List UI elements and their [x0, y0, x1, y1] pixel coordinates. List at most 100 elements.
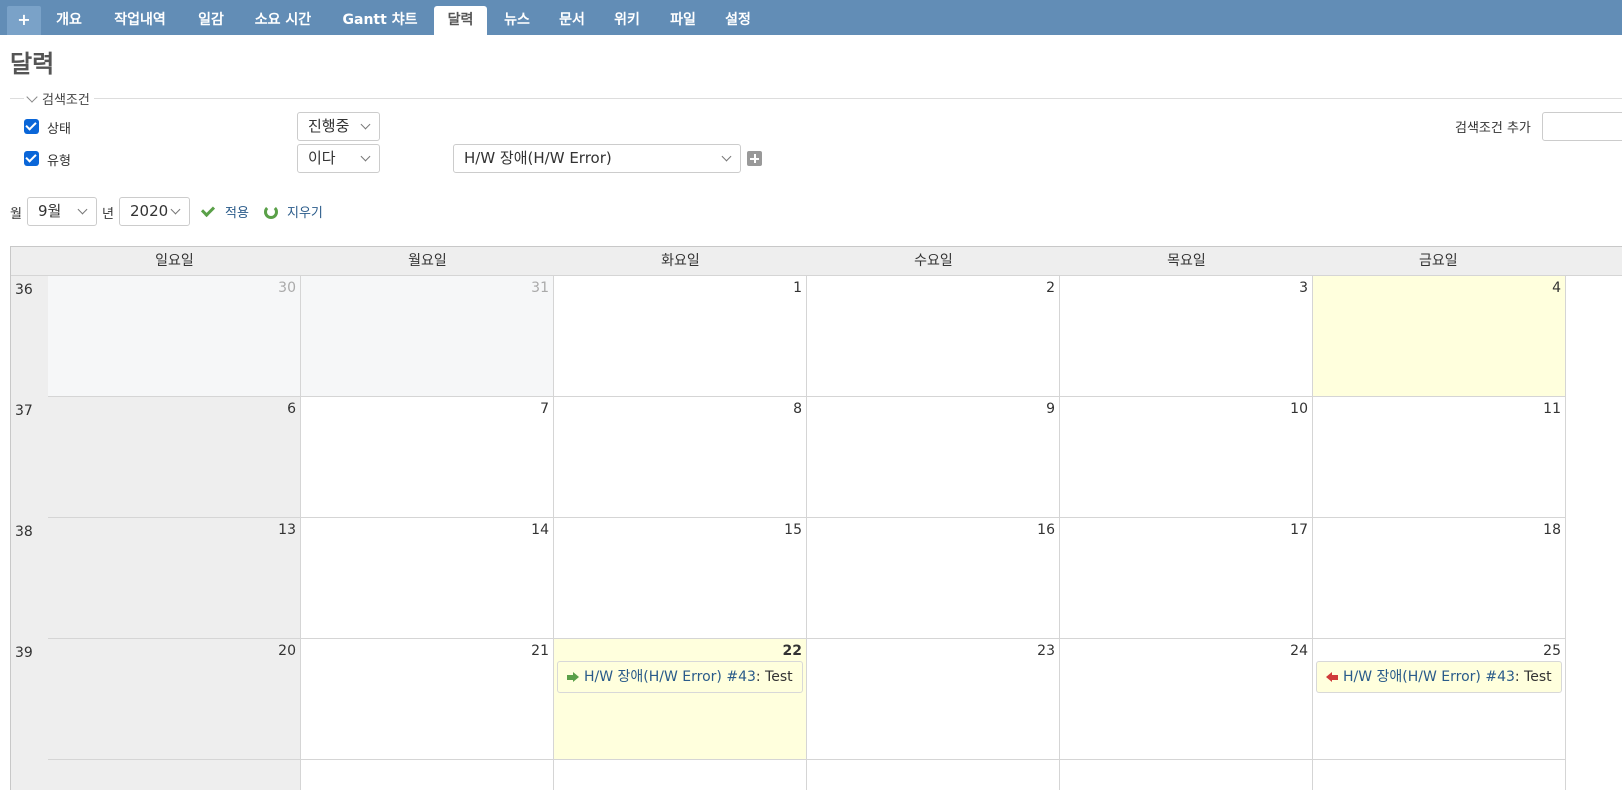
- day-cell: [48, 760, 301, 790]
- day-cell: 15: [554, 518, 807, 639]
- year-select[interactable]: 2020: [119, 197, 190, 226]
- week-number: 36: [11, 276, 48, 397]
- day-cell: [1313, 760, 1566, 790]
- issue-start-item[interactable]: H/W 장애(H/W Error) #43: Test: [557, 661, 803, 693]
- page-title: 달력: [10, 50, 55, 78]
- chevron-down-icon: [360, 151, 371, 162]
- checkmark-icon: [200, 202, 216, 218]
- issue-subject: : Test: [755, 669, 793, 685]
- day-number: 25: [1543, 643, 1561, 659]
- month-value: 9월: [38, 202, 62, 220]
- issue-link[interactable]: H/W 장애(H/W Error) #43: [584, 669, 756, 685]
- tracker-value-select[interactable]: H/W 장애(H/W Error): [453, 144, 741, 173]
- day-cell: 20: [48, 639, 301, 760]
- new-object-button[interactable]: +: [7, 6, 41, 35]
- day-cell: 8: [554, 397, 807, 518]
- tab-documents[interactable]: 문서: [551, 6, 593, 35]
- day-number: 23: [1037, 643, 1055, 659]
- day-number: 15: [784, 522, 802, 538]
- day-cell: [554, 760, 807, 790]
- day-number: 14: [531, 522, 549, 538]
- weekday-header: 금요일: [1313, 247, 1622, 276]
- day-cell: [1060, 760, 1313, 790]
- filters-legend: 검색조건: [42, 93, 90, 108]
- day-number: 30: [278, 280, 296, 296]
- day-cell: 30: [48, 276, 301, 397]
- tab-wiki[interactable]: 위키: [606, 6, 648, 35]
- tab-issues[interactable]: 일감: [190, 6, 232, 35]
- add-filter-label: 검색조건 추가: [1455, 121, 1531, 136]
- day-number: 4: [1552, 280, 1561, 296]
- day-number: 8: [793, 401, 802, 417]
- tab-overview[interactable]: 개요: [48, 6, 90, 35]
- day-cell: [301, 760, 554, 790]
- toggle-multiselect-plus-icon[interactable]: [747, 151, 762, 166]
- day-cell: [807, 760, 1060, 790]
- day-cell: 1: [554, 276, 807, 397]
- day-cell: 11: [1313, 397, 1566, 518]
- tracker-filter-label: 유형: [47, 154, 71, 169]
- day-cell: 13: [48, 518, 301, 639]
- weekday-header: 화요일: [554, 247, 807, 276]
- day-number: 7: [540, 401, 549, 417]
- day-number: 3: [1299, 280, 1308, 296]
- status-filter-checkbox[interactable]: [24, 119, 39, 134]
- weekday-header: 수요일: [807, 247, 1060, 276]
- issue-subject: : Test: [1514, 669, 1552, 685]
- week-number: 37: [11, 397, 48, 518]
- day-cell: 10: [1060, 397, 1313, 518]
- day-number: 16: [1037, 522, 1055, 538]
- day-number: 9: [1046, 401, 1055, 417]
- chevron-down-icon: [170, 204, 181, 215]
- add-filter-select[interactable]: [1542, 112, 1622, 141]
- status-filter-label: 상태: [47, 122, 71, 137]
- calendar-grid: 일요일 월요일 화요일 수요일 목요일 금요일 36 30 31 1 2 3 4…: [10, 246, 1622, 790]
- week-number: 38: [11, 518, 48, 639]
- day-cell: 6: [48, 397, 301, 518]
- tab-calendar[interactable]: 달력: [434, 6, 487, 35]
- apply-link[interactable]: 적용: [225, 202, 249, 221]
- day-cell: 17: [1060, 518, 1313, 639]
- day-cell: 16: [807, 518, 1060, 639]
- day-cell: 3: [1060, 276, 1313, 397]
- day-number: 11: [1543, 401, 1561, 417]
- chevron-down-icon: [26, 91, 38, 103]
- year-label: 년: [102, 207, 114, 222]
- status-operator-select[interactable]: 진행중: [297, 112, 380, 141]
- chevron-down-icon: [360, 119, 371, 130]
- day-number: 2: [1046, 280, 1055, 296]
- filters-toggle[interactable]: 검색조건: [24, 89, 94, 108]
- chevron-down-icon: [77, 204, 88, 215]
- day-cell: 2: [807, 276, 1060, 397]
- tab-settings[interactable]: 설정: [717, 6, 759, 35]
- day-number: 1: [793, 280, 802, 296]
- tracker-value: H/W 장애(H/W Error): [464, 149, 612, 167]
- tracker-operator-select[interactable]: 이다: [297, 144, 380, 173]
- day-cell: 9: [807, 397, 1060, 518]
- day-cell: 18: [1313, 518, 1566, 639]
- tab-activity[interactable]: 작업내역: [103, 6, 177, 35]
- tab-gantt[interactable]: Gantt 챠트: [334, 6, 426, 35]
- tab-files[interactable]: 파일: [662, 6, 704, 35]
- month-select[interactable]: 9월: [27, 197, 97, 226]
- tracker-operator-value: 이다: [308, 149, 336, 167]
- chevron-down-icon: [721, 151, 732, 162]
- day-cell: 31: [301, 276, 554, 397]
- tab-news[interactable]: 뉴스: [496, 6, 538, 35]
- issue-end-item[interactable]: H/W 장애(H/W Error) #43: Test: [1316, 661, 1562, 693]
- day-cell: 23: [807, 639, 1060, 760]
- day-number: 13: [278, 522, 296, 538]
- tab-spent-time[interactable]: 소요 시간: [244, 6, 322, 35]
- day-number: 31: [531, 280, 549, 296]
- tracker-filter-checkbox[interactable]: [24, 151, 39, 166]
- year-value: 2020: [130, 202, 169, 220]
- issue-link[interactable]: H/W 장애(H/W Error) #43: [1343, 669, 1515, 685]
- weekday-header: 목요일: [1060, 247, 1313, 276]
- day-cell: 24: [1060, 639, 1313, 760]
- day-cell: 14: [301, 518, 554, 639]
- day-cell: 4: [1313, 276, 1566, 397]
- day-cell-today: 22 H/W 장애(H/W Error) #43: Test: [554, 639, 807, 760]
- month-label: 월: [10, 207, 22, 222]
- weekday-header: 일요일: [48, 247, 301, 276]
- clear-link[interactable]: 지우기: [287, 202, 323, 221]
